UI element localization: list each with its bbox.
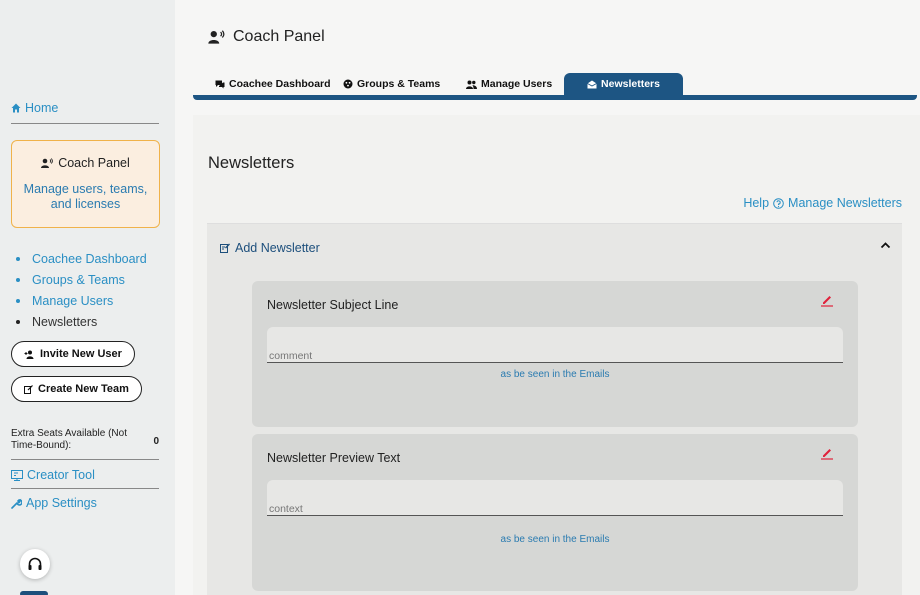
preview-text-hint: as be seen in the Emails — [500, 534, 610, 545]
add-newsletter-toggle[interactable]: Add Newsletter — [220, 241, 320, 255]
users-icon — [466, 80, 477, 89]
tab-coachee-dashboard[interactable]: Coachee Dashboard — [215, 73, 331, 95]
preview-text-card: Newsletter Preview Text context as be se… — [252, 434, 858, 591]
page-title-text: Coach Panel — [233, 28, 325, 45]
tab-label: Newsletters — [601, 78, 660, 90]
sidebar: Home Coach Panel Manage users, teams, an… — [0, 0, 175, 595]
groups-icon — [343, 79, 353, 89]
coach-panel-card-title-text: Coach Panel — [58, 156, 130, 170]
bullet-icon — [16, 298, 20, 303]
support-button[interactable] — [20, 549, 50, 579]
chat-icon — [215, 80, 225, 88]
tab-bar: Coachee Dashboard Groups & Teams Manage … — [193, 73, 917, 100]
creator-tool-icon — [11, 470, 23, 481]
subject-line-card: Newsletter Subject Line comment as be se… — [252, 281, 858, 427]
sidebar-item-groups-teams[interactable]: Groups & Teams — [11, 269, 147, 290]
coach-panel-card[interactable]: Coach Panel Manage users, teams, and lic… — [11, 140, 160, 228]
note-edit-icon — [220, 243, 230, 253]
sidebar-item-coachee-dashboard[interactable]: Coachee Dashboard — [11, 248, 147, 269]
preview-text-placeholder: context — [269, 503, 303, 515]
subject-line-placeholder: comment — [269, 350, 313, 362]
creator-tool-link[interactable]: Creator Tool — [11, 468, 159, 489]
coach-icon — [208, 29, 225, 44]
extra-seats-label: Extra Seats Available (Not Time-Bound): — [11, 428, 127, 451]
sidebar-item-label: Groups & Teams — [32, 272, 125, 287]
subject-line-title: Newsletter Subject Line — [267, 298, 399, 312]
pencil-icon[interactable] — [820, 293, 834, 307]
bullet-icon — [16, 277, 20, 282]
main-area: Coach Panel Coachee Dashboard Groups & T… — [175, 0, 920, 595]
chevron-up-icon[interactable] — [880, 241, 891, 249]
coach-panel-card-title: Coach Panel — [12, 156, 159, 170]
tab-newsletters[interactable]: Newsletters — [564, 73, 683, 95]
sidebar-item-label: Manage Users — [32, 293, 114, 308]
help-circle-icon — [773, 197, 784, 209]
app-settings-label: App Settings — [26, 496, 97, 510]
preview-text-input[interactable]: context — [267, 480, 843, 516]
help-manage-newsletters-link[interactable]: Help Manage Newsletters — [743, 196, 902, 210]
creator-tool-label: Creator Tool — [27, 468, 95, 482]
invite-new-user-button[interactable]: Invite New User — [11, 341, 135, 367]
preview-text-title: Newsletter Preview Text — [267, 451, 401, 465]
coach-icon — [41, 157, 54, 168]
status-chip — [20, 591, 48, 595]
coach-panel-card-description: Manage users, teams, and licenses — [23, 182, 148, 211]
page-title: Coach Panel — [208, 28, 325, 46]
create-new-team-button[interactable]: Create New Team — [11, 376, 142, 402]
tab-label: Coachee Dashboard — [229, 78, 331, 90]
pencil-icon[interactable] — [820, 446, 834, 460]
sidebar-item-label: Newsletters — [32, 314, 98, 329]
home-icon — [11, 103, 21, 113]
sidebar-item-home[interactable]: Home — [11, 101, 159, 124]
extra-seats-value: 0 — [153, 436, 159, 447]
section-heading: Newsletters — [208, 154, 295, 172]
tab-label: Groups & Teams — [357, 78, 441, 90]
create-new-team-label: Create New Team — [38, 383, 129, 395]
bullet-icon — [16, 256, 20, 261]
sidebar-item-label: Coachee Dashboard — [32, 251, 147, 266]
wrench-icon — [11, 498, 22, 509]
subject-line-input[interactable]: comment — [267, 327, 843, 363]
sidebar-item-home-label: Home — [25, 101, 59, 115]
help-prefix: Help — [743, 196, 770, 210]
help-link-text: Manage Newsletters — [788, 196, 902, 210]
app-settings-link[interactable]: App Settings — [11, 496, 159, 510]
sidebar-item-newsletters[interactable]: Newsletters — [11, 311, 147, 332]
tab-manage-users[interactable]: Manage Users — [466, 73, 552, 95]
add-newsletter-title: Add Newsletter — [235, 241, 320, 255]
sidebar-item-manage-users[interactable]: Manage Users — [11, 290, 147, 311]
tab-groups-teams[interactable]: Groups & Teams — [343, 73, 440, 95]
newsletters-content: Newsletters Help Manage Newsletters Add … — [193, 115, 920, 595]
headset-icon — [28, 557, 42, 570]
add-newsletter-accordion: Add Newsletter Newsletter Subject Line c… — [207, 223, 902, 595]
tab-label: Manage Users — [481, 78, 553, 90]
bullet-icon — [16, 319, 20, 324]
subject-line-hint: as be seen in the Emails — [500, 369, 610, 380]
newsletter-icon — [587, 80, 597, 88]
add-user-icon — [24, 350, 34, 359]
sidebar-sub-nav: Coachee Dashboard Groups & Teams Manage … — [11, 248, 147, 332]
extra-seats-info: Extra Seats Available (Not Time-Bound): … — [11, 428, 159, 460]
create-icon — [24, 384, 33, 394]
invite-new-user-label: Invite New User — [40, 348, 122, 360]
